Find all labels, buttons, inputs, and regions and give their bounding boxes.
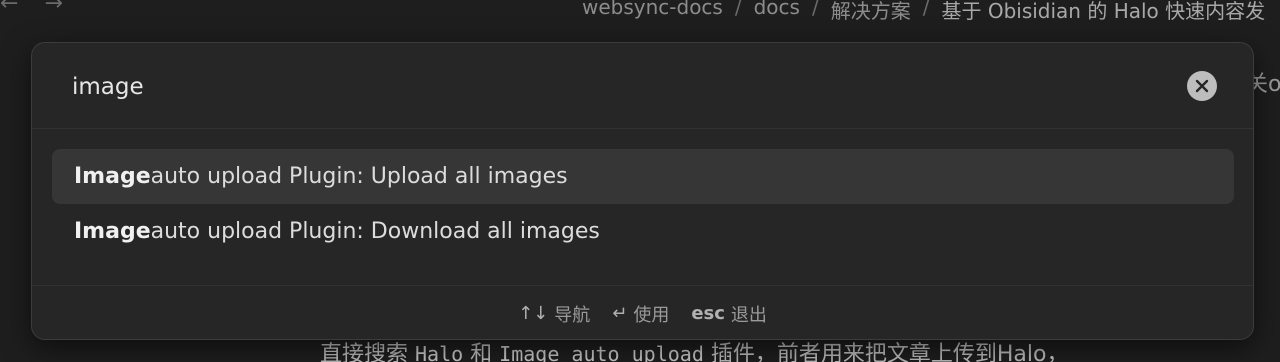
breadcrumb-item-current: 基于 Obisidian 的 Halo 快速内容发 <box>941 0 1266 23</box>
result-item-download-all-images[interactable]: Image auto upload Plugin: Download all i… <box>52 204 1234 259</box>
hint-label: 导航 <box>554 304 591 326</box>
search-input[interactable] <box>72 69 1172 105</box>
result-match-text: Image <box>74 219 151 244</box>
bg-line-mid: 和 <box>463 342 500 362</box>
clear-search-button[interactable] <box>1187 71 1217 101</box>
breadcrumb: websync-docs / docs / 解决方案 / 基于 Obisidia… <box>582 0 1265 24</box>
breadcrumb-item-websync-docs[interactable]: websync-docs <box>582 0 723 24</box>
bg-inline-code: Halo <box>415 342 464 362</box>
bg-inline-code: Image auto upload <box>499 342 704 362</box>
breadcrumb-item-solutions[interactable]: 解决方案 <box>831 0 911 24</box>
search-row <box>32 43 1253 129</box>
instructions-footer: ↑↓ 导航 ↵ 使用 esc 退出 <box>32 285 1253 339</box>
hint-escape: esc 退出 <box>691 301 767 327</box>
hint-navigate: ↑↓ 导航 <box>518 301 590 327</box>
bg-line-prefix: 直接搜索 <box>320 342 415 362</box>
breadcrumb-separator: / <box>811 0 819 19</box>
clear-icon <box>1195 79 1209 93</box>
esc-key: esc <box>691 303 725 324</box>
result-item-upload-all-images[interactable]: Image auto upload Plugin: Upload all ima… <box>52 149 1234 204</box>
breadcrumb-separator: / <box>734 0 742 19</box>
hint-label: 退出 <box>730 304 767 326</box>
result-match-text: Image <box>74 164 151 189</box>
hint-use: ↵ 使用 <box>612 301 669 327</box>
return-icon: ↵ <box>612 303 628 324</box>
results-list: Image auto upload Plugin: Upload all ima… <box>52 149 1234 259</box>
breadcrumb-item-docs[interactable]: docs <box>754 0 800 24</box>
arrow-left-icon[interactable]: ← <box>0 0 18 16</box>
command-palette: Image auto upload Plugin: Upload all ima… <box>31 42 1254 340</box>
arrow-right-icon[interactable]: → <box>44 0 62 16</box>
bg-line-suffix: 插件，前者用来把文章上传到Halo， <box>703 342 1069 362</box>
hint-label: 使用 <box>633 304 670 326</box>
result-rest-text: auto upload Plugin: Upload all images <box>150 164 568 189</box>
updown-arrows-icon: ↑↓ <box>518 303 549 324</box>
breadcrumb-separator: / <box>922 0 930 19</box>
result-rest-text: auto upload Plugin: Download all images <box>150 219 600 244</box>
nav-arrows: ← → <box>0 0 63 16</box>
